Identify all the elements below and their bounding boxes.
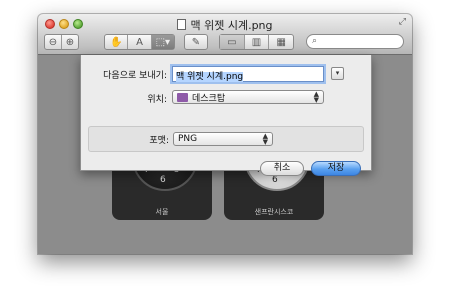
search-input[interactable]: ⌕ [306,34,404,49]
save-dialog-sheet: 다음으로 보내기: 맥 위젯 시계.png ▾ 위치: 데스크탑 ▲ ▼ 포맷: … [80,55,372,176]
zoom-buttons: ⊖ ⊕ [44,34,79,50]
format-label: 포맷: [149,136,169,146]
preview-window: 맥 위젯 시계.png ⤢ ⊖ ⊕ ✋ A ⬚▾ ✎ ▭ ▥ ▦ ⌕ 7 5 6 [38,14,412,254]
fullscreen-icon[interactable]: ⤢ [399,17,406,27]
zoom-in-icon[interactable]: ⊕ [62,35,78,49]
tool-segmented-control: ✋ A ⬚▾ [104,34,175,50]
desktop-folder-icon [177,92,188,102]
save-button[interactable]: 저장 [311,161,361,176]
expand-dialog-button[interactable]: ▾ [331,67,344,80]
view-segmented-control: ▭ ▥ ▦ [219,34,294,50]
annotate-pencil-icon[interactable]: ✎ [184,34,208,50]
clock-number: 6 [272,175,278,185]
widget-city-label: 서울 [155,208,169,216]
widget-city-label: 샌프란시스코 [254,208,294,216]
format-value: PNG [178,134,198,144]
clock-number: 6 [160,175,166,185]
view-contact-sheet-icon[interactable]: ▦ [269,35,293,49]
filename-text: 맥 위젯 시계.png [176,72,244,82]
filename-field[interactable]: 맥 위젯 시계.png [172,66,324,82]
search-icon: ⌕ [312,36,318,46]
format-options-box: 포맷: PNG ▲ ▼ [88,126,364,152]
view-single-icon[interactable]: ▭ [220,35,245,49]
format-popup[interactable]: PNG ▲ ▼ [173,132,273,146]
zoom-out-icon[interactable]: ⊖ [45,35,62,49]
text-select-icon[interactable]: A [128,35,152,49]
rect-select-icon[interactable]: ⬚▾ [151,35,174,49]
location-popup[interactable]: 데스크탑 ▲ ▼ [172,90,324,104]
popup-arrows-icon: ▲ ▼ [262,132,268,146]
location-value: 데스크탑 [192,93,226,104]
window-title: 맥 위젯 시계.png [190,19,273,32]
location-label: 위치: [147,95,167,105]
popup-arrows-icon: ▲ ▼ [313,90,319,104]
document-icon [177,19,187,30]
title-bar: 맥 위젯 시계.png ⤢ ⊖ ⊕ ✋ A ⬚▾ ✎ ▭ ▥ ▦ ⌕ [38,14,412,55]
window-title-wrap: 맥 위젯 시계.png [38,17,412,33]
clock-widget-seoul: 7 5 6 서울 [112,165,212,220]
hand-icon[interactable]: ✋ [105,35,129,49]
view-sidebar-icon[interactable]: ▥ [245,35,270,49]
cancel-button[interactable]: 취소 [260,161,304,176]
save-as-label: 다음으로 보내기: [103,71,167,81]
